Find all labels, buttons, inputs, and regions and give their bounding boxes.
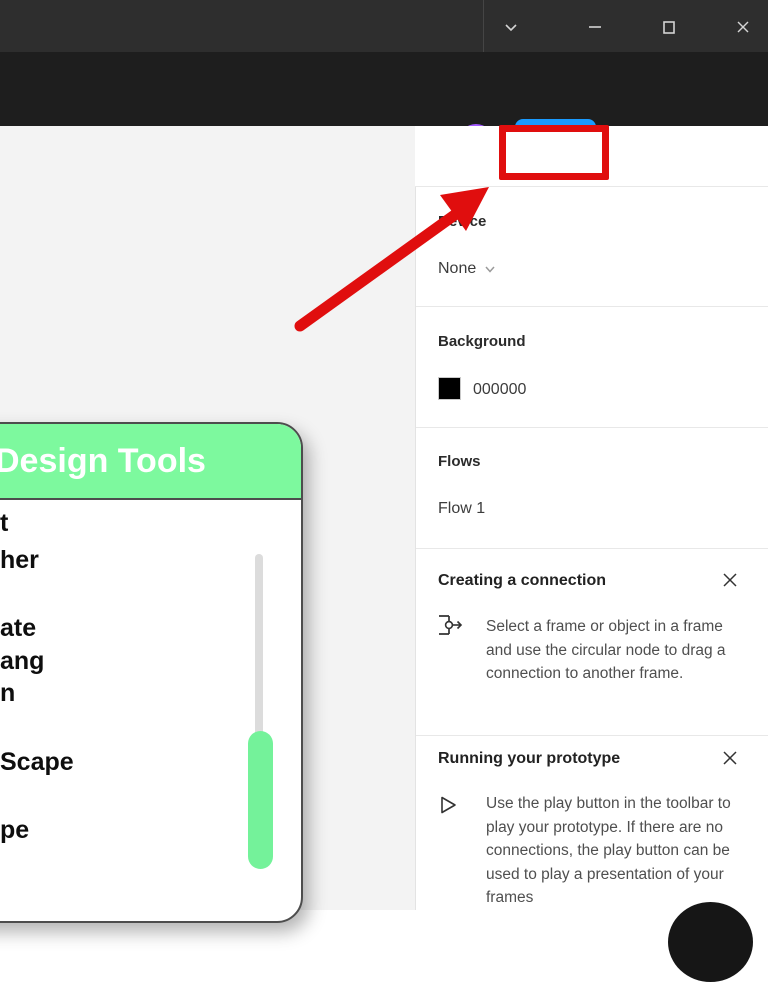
section-divider bbox=[416, 735, 768, 736]
card-scrollbar-thumb[interactable] bbox=[248, 731, 273, 869]
play-icon bbox=[438, 795, 458, 815]
chevron-down-icon bbox=[484, 263, 496, 275]
section-divider bbox=[416, 548, 768, 549]
list-item: ang bbox=[0, 647, 44, 676]
list-item: her bbox=[0, 546, 39, 575]
app-toolbar: M Share 100% bbox=[0, 52, 768, 126]
background-hex-value[interactable]: 000000 bbox=[473, 381, 526, 399]
device-value: None bbox=[438, 260, 476, 278]
canvas[interactable]: Design Tools t her ate ang n Scape pe bbox=[0, 126, 415, 910]
window-minimize-icon[interactable] bbox=[582, 14, 608, 40]
list-item: t bbox=[0, 509, 8, 538]
background-label: Background bbox=[438, 333, 526, 350]
list-item: n bbox=[0, 679, 15, 708]
cursor-blob bbox=[668, 902, 753, 982]
window-maximize-icon[interactable] bbox=[656, 14, 682, 40]
device-label: Device bbox=[438, 213, 486, 230]
window-close-icon[interactable] bbox=[730, 14, 756, 40]
tip-body-creating-connection: Select a frame or object in a frame and … bbox=[486, 615, 738, 686]
close-icon[interactable] bbox=[720, 570, 740, 590]
device-dropdown[interactable]: None bbox=[438, 260, 496, 278]
close-icon[interactable] bbox=[720, 748, 740, 768]
window-titlebar bbox=[0, 0, 768, 52]
titlebar-divider bbox=[483, 0, 484, 52]
section-divider bbox=[416, 427, 768, 428]
list-item: Scape bbox=[0, 748, 74, 777]
connection-node-icon bbox=[436, 611, 464, 639]
tip-title-creating-connection: Creating a connection bbox=[438, 572, 606, 590]
card-header: Design Tools bbox=[0, 424, 301, 500]
background-color-swatch[interactable] bbox=[438, 377, 461, 400]
section-divider bbox=[416, 306, 768, 307]
flow-item[interactable]: Flow 1 bbox=[438, 500, 485, 518]
list-item: ate bbox=[0, 614, 36, 643]
card-title: Design Tools bbox=[0, 442, 206, 481]
panel-tabs: Design Prototype Inspect bbox=[415, 126, 768, 187]
tip-body-running-prototype: Use the play button in the toolbar to pl… bbox=[486, 792, 738, 910]
flows-label: Flows bbox=[438, 453, 481, 470]
tip-title-running-prototype: Running your prototype bbox=[438, 750, 620, 768]
window-menu-chevron-down-icon[interactable] bbox=[498, 14, 524, 40]
list-item: pe bbox=[0, 816, 29, 845]
